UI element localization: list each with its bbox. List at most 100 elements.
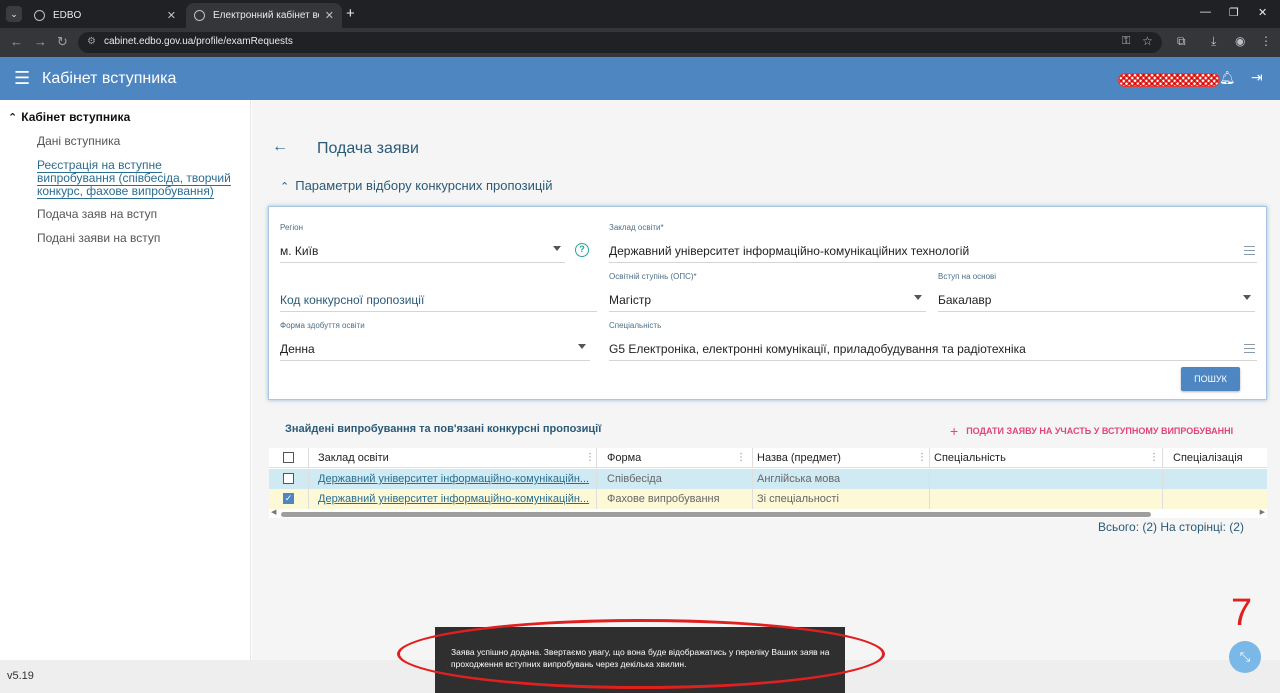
institution-link[interactable]: Державний університет інформаційно-комун… xyxy=(314,489,597,509)
offer-code-input[interactable]: Код конкурсної пропозиції xyxy=(280,286,597,312)
list-icon[interactable] xyxy=(1244,246,1255,255)
filter-section-toggle[interactable]: ⌃ Параметри відбору конкурсних пропозицій xyxy=(280,178,552,193)
bell-icon[interactable]: 🔔︎ xyxy=(1219,70,1236,86)
sidebar-heading[interactable]: ⌃ Кабінет вступника xyxy=(8,110,130,124)
results-table: Заклад освіти ⋮ Форма ⋮ Назва (предмет) … xyxy=(269,448,1267,518)
download-icon[interactable]: ⤓ xyxy=(1211,34,1216,49)
tab-title: EDBO xyxy=(53,10,82,21)
url-input[interactable]: ⚙ cabinet.edbo.gov.ua/profile/examReques… xyxy=(78,32,1162,53)
browser-tab-strip: ⌄ EDBO ✕ Електронний кабінет вступник ✕ … xyxy=(0,0,1280,28)
sidebar: ⌃ Кабінет вступника Дані вступника Реєстр… xyxy=(0,100,251,660)
field-value: м. Київ xyxy=(280,244,319,258)
tab-title: Електронний кабінет вступник xyxy=(213,10,319,21)
column-header[interactable]: Спеціальність xyxy=(930,448,1163,468)
basis-select[interactable]: Вступ на основі Бакалавр xyxy=(938,272,1255,312)
subject-cell: Англійська мова xyxy=(753,469,930,489)
dropdown-arrow-icon xyxy=(1243,295,1251,300)
address-bar: ← → ↻ ⚙ cabinet.edbo.gov.ua/profile/exam… xyxy=(0,28,1280,57)
help-icon[interactable]: ? xyxy=(575,243,589,257)
back-arrow-icon[interactable]: ← xyxy=(272,138,288,156)
browser-tab-edbo[interactable]: EDBO ✕ xyxy=(26,3,184,28)
table-row[interactable]: Державний університет інформаційно-комун… xyxy=(269,469,1267,489)
field-value: Магістр xyxy=(609,293,652,307)
column-header[interactable]: Заклад освіти xyxy=(314,448,597,468)
specialization-cell xyxy=(1169,469,1267,489)
profile-icon[interactable]: ◉ xyxy=(1235,34,1245,48)
checkbox-cell xyxy=(269,469,309,489)
logout-icon[interactable]: ⇥ xyxy=(1251,69,1263,86)
institution-field[interactable]: Заклад освіти* Державний університет інф… xyxy=(609,223,1257,263)
field-label: Спеціальність xyxy=(609,321,662,330)
column-header[interactable]: Форма xyxy=(603,448,753,468)
extensions-icon[interactable]: ⧉ xyxy=(1177,34,1186,49)
tab-search-icon[interactable]: ⌄ xyxy=(6,6,22,22)
new-tab-icon[interactable]: + xyxy=(346,5,355,22)
specialty-field[interactable]: Спеціальність G5 Електроніка, електронні… xyxy=(609,321,1257,361)
globe-icon xyxy=(34,10,45,21)
column-header[interactable]: Назва (предмет) xyxy=(753,448,930,468)
forward-icon[interactable]: → xyxy=(34,34,47,49)
field-placeholder: Код конкурсної пропозиції xyxy=(280,293,425,307)
dropdown-arrow-icon xyxy=(553,246,561,251)
column-menu-icon[interactable]: ⋮ xyxy=(585,448,595,468)
column-menu-icon[interactable]: ⋮ xyxy=(1149,448,1159,468)
field-label: Регіон xyxy=(280,223,303,232)
minimize-icon[interactable]: — xyxy=(1200,6,1211,18)
sidebar-item-submitted-applications[interactable]: Подані заяви на вступ xyxy=(37,232,160,245)
list-icon[interactable] xyxy=(1244,344,1255,353)
site-info-icon[interactable]: ⚙ xyxy=(87,36,96,47)
restore-icon[interactable]: ❐ xyxy=(1229,6,1239,19)
sidebar-item-applicant-data[interactable]: Дані вступника xyxy=(37,135,120,148)
field-value: Денна xyxy=(280,342,315,356)
field-value: Державний університет інформаційно-комун… xyxy=(609,244,970,258)
app-title: Кабінет вступника xyxy=(42,70,177,87)
apply-exam-button[interactable]: + ПОДАТИ ЗАЯВУ НА УЧАСТЬ У ВСТУПНОМУ ВИПР… xyxy=(950,423,1233,439)
institution-link[interactable]: Державний університет інформаційно-комун… xyxy=(314,469,597,489)
specialty-cell xyxy=(930,489,1163,509)
degree-select[interactable]: Освітній ступінь (ОПС)* Магістр xyxy=(609,272,926,312)
reload-icon[interactable]: ↻ xyxy=(57,34,68,50)
scroll-right-icon[interactable]: ▶ xyxy=(1260,508,1265,516)
study-form-select[interactable]: Форма здобуття освіти Денна xyxy=(280,321,590,361)
region-select[interactable]: Регіон м. Київ xyxy=(280,223,565,263)
scroll-thumb[interactable] xyxy=(281,512,1151,517)
browser-tab-cabinet[interactable]: Електронний кабінет вступник ✕ xyxy=(186,3,342,28)
column-menu-icon[interactable]: ⋮ xyxy=(917,448,927,468)
sidebar-item-submit-applications[interactable]: Подача заяв на вступ xyxy=(37,208,157,221)
table-header-row: Заклад освіти ⋮ Форма ⋮ Назва (предмет) … xyxy=(269,448,1267,468)
chevron-up-icon: ⌃ xyxy=(8,112,18,124)
specialization-cell xyxy=(1169,489,1267,509)
horizontal-scrollbar[interactable]: ◀ ▶ xyxy=(269,508,1267,518)
password-key-icon[interactable]: ⚿ xyxy=(1122,35,1130,48)
version-label: v5.19 xyxy=(7,670,34,682)
back-icon[interactable]: ← xyxy=(10,34,23,49)
scroll-left-icon[interactable]: ◀ xyxy=(271,508,276,516)
sidebar-item-exam-registration[interactable]: Реєстрація на вступне випробування (спів… xyxy=(37,158,237,199)
checkbox-column-header xyxy=(269,448,309,468)
table-row[interactable]: ✓ Державний університет інформаційно-ком… xyxy=(269,489,1267,509)
more-menu-icon[interactable]: ⋮ xyxy=(1260,34,1272,48)
form-cell: Співбесіда xyxy=(603,469,753,489)
page-title: Подача заяви xyxy=(317,140,419,157)
dropdown-arrow-icon xyxy=(914,295,922,300)
annotation-number: 7 xyxy=(1231,592,1253,634)
close-icon[interactable]: ✕ xyxy=(167,9,176,22)
form-cell: Фахове випробування xyxy=(603,489,753,509)
search-button[interactable]: ПОШУК xyxy=(1181,367,1240,391)
collapse-fab-icon[interactable]: ⤡ xyxy=(1229,641,1261,673)
app-header: ☰ Кабінет вступника 🔔︎ ⇥ xyxy=(0,57,1280,100)
window-close-icon[interactable]: ✕ xyxy=(1258,6,1267,19)
close-icon[interactable]: ✕ xyxy=(325,9,334,22)
bookmark-star-icon[interactable]: ☆ xyxy=(1142,34,1153,48)
field-label: Вступ на основі xyxy=(938,272,997,281)
results-title: Знайдені випробування та пов'язані конку… xyxy=(285,423,602,435)
column-header[interactable]: Спеціалізація xyxy=(1169,448,1267,468)
pagination-summary: Всього: (2) На сторінці: (2) xyxy=(1098,520,1244,534)
redacted-user-name xyxy=(1118,73,1220,87)
menu-icon[interactable]: ☰ xyxy=(14,69,30,87)
column-menu-icon[interactable]: ⋮ xyxy=(736,448,746,468)
specialty-cell xyxy=(930,469,1163,489)
plus-icon: + xyxy=(950,423,959,439)
field-value: Бакалавр xyxy=(938,293,992,307)
dropdown-arrow-icon xyxy=(578,344,586,349)
